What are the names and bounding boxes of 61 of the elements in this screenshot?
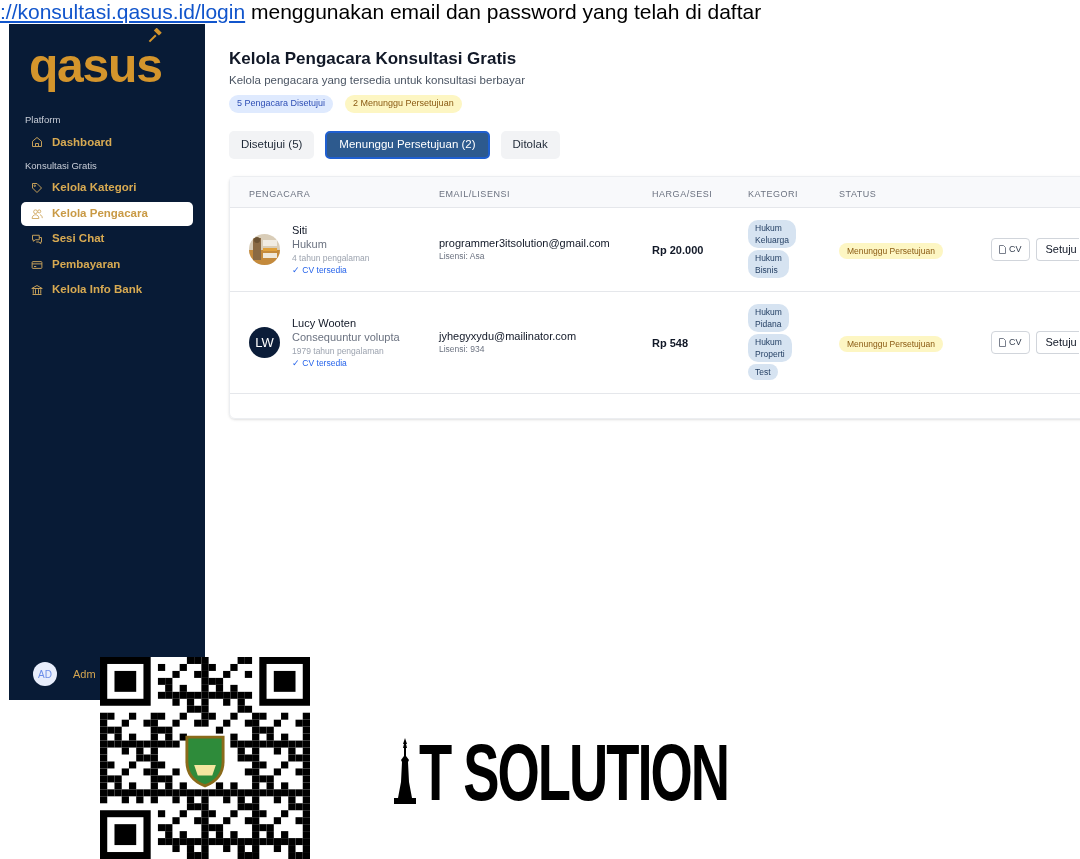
tab[interactable]: Menunggu Persetujuan (2) <box>325 130 490 159</box>
lawyer-specialty: Hukum <box>292 236 328 252</box>
link[interactable]: ://konsultasi.qasus.id/login <box>0 0 246 23</box>
tab[interactable]: Ditolak <box>500 130 560 159</box>
sidebar-item[interactable]: Kelola Kategori <box>21 176 193 200</box>
category-tag: Hukum Pidana <box>748 304 789 333</box>
document-text: menggunakan email dan password yang telah di daftar <box>251 0 762 23</box>
column-header: HARGA/SESI <box>652 188 713 199</box>
card-icon <box>31 258 43 271</box>
sidebar-item[interactable]: Sesi Chat <box>21 227 193 251</box>
gavel-icon <box>147 28 163 44</box>
sidebar-item[interactable]: Pembayaran <box>21 252 193 277</box>
status-badge: 5 Pengacara Disetujui <box>229 95 334 113</box>
license-text: Lisensi: 934 <box>439 343 486 356</box>
column-header: EMAIL/LISENSI <box>439 188 511 199</box>
logo: qasus <box>29 38 162 94</box>
lawyer-specialty: Consequuntur volupta <box>292 329 400 345</box>
email-text: programmer3itsolution@gmail.com <box>439 236 611 251</box>
avatar: LW <box>249 326 280 358</box>
cv-button[interactable]: CV <box>991 237 1030 261</box>
status-badge: Menunggu Persetujuan <box>839 336 943 353</box>
cv-status: ✓ CV tersedia <box>292 263 348 276</box>
cv-button[interactable]: CV <box>991 330 1030 354</box>
home-icon <box>31 136 43 149</box>
tag-icon <box>31 182 43 194</box>
section-label: Platform <box>24 113 62 127</box>
sidebar-item[interactable]: Kelola Info Bank <box>21 278 193 302</box>
price-text: Rp 548 <box>652 337 689 350</box>
category-tag: Hukum Keluarga <box>748 220 796 249</box>
bank-icon <box>31 284 43 296</box>
license-text: Lisensi: Asa <box>439 250 486 263</box>
experience-text: 1979 tahun pengalaman <box>292 344 385 357</box>
category-tag: Hukum Bisnis <box>748 250 789 279</box>
category-tag: Hukum Properti <box>748 334 792 363</box>
tab[interactable]: Disetujui (5) <box>229 130 315 159</box>
cv-status: ✓ CV tersedia <box>292 356 348 369</box>
category-tag: Test <box>748 364 778 381</box>
tower-icon <box>393 738 417 804</box>
price-text: Rp 20.000 <box>652 244 704 257</box>
user-avatar: AD <box>33 662 57 686</box>
document-icon <box>999 337 1006 347</box>
sidebar-item[interactable]: Dashboard <box>21 130 193 155</box>
chat-icon <box>31 233 43 245</box>
lawyer-name: Lucy Wooten <box>292 315 357 330</box>
status-badge: Menunggu Persetujuan <box>839 243 943 260</box>
users-icon <box>31 207 43 220</box>
experience-text: 4 tahun pengalaman <box>292 251 370 264</box>
column-header: STATUS <box>839 188 877 199</box>
page-subtitle: Kelola pengacara yang tersedia untuk konsultasi berbayar <box>229 73 526 88</box>
user-name: Adm <box>73 666 96 682</box>
email-text: jyhegyxydu@mailinator.com <box>439 329 578 344</box>
logo-text: T SOLUTION <box>419 740 728 806</box>
status-badge: 2 Menunggu Persetujuan <box>345 95 462 113</box>
approve-button[interactable]: Setuju <box>1035 237 1079 261</box>
section-label: Konsultasi Gratis <box>24 158 98 173</box>
page-title: Kelola Pengacara Konsultasi Gratis <box>229 48 518 70</box>
lawyer-name: Siti <box>292 222 309 237</box>
approve-button[interactable]: Setuju <box>1035 330 1079 354</box>
document-icon <box>999 244 1006 254</box>
column-header: KATEGORI <box>748 188 799 199</box>
column-header: PENGACARA <box>249 188 311 199</box>
